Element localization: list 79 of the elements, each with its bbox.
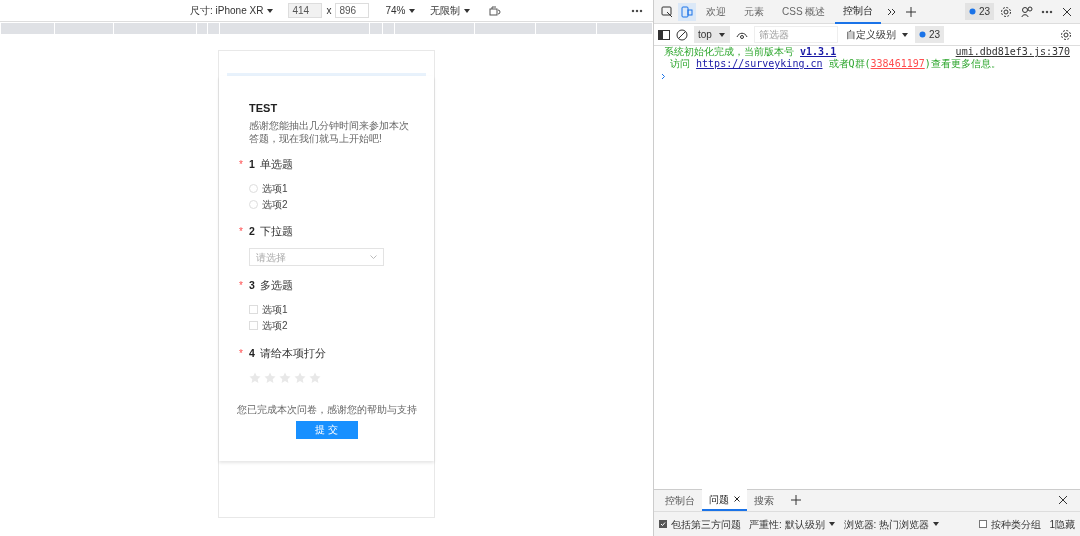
- question-title: 多选题: [259, 278, 293, 293]
- caret-icon: [408, 6, 417, 15]
- drawer-tab[interactable]: 问题: [702, 489, 747, 511]
- checkbox-label: 按种类分组: [991, 517, 1042, 532]
- settings-icon[interactable]: [1060, 28, 1072, 41]
- caret-icon: [463, 6, 472, 15]
- browser-label: 浏览器:: [843, 517, 877, 532]
- question-title: 请给本项打分: [259, 345, 326, 361]
- console-message: 访问 https://surveyking.cn 或者Q群(338461197)查看更多信息。: [669, 58, 1002, 70]
- link[interactable]: https://surveyking.cn: [696, 58, 823, 69]
- devtools-tab[interactable]: 元素: [736, 0, 772, 24]
- drawer-tab[interactable]: 搜索: [747, 489, 781, 511]
- times-label: x: [326, 4, 332, 18]
- message-icon: [918, 31, 926, 38]
- checkbox[interactable]: [659, 520, 667, 528]
- drawer-tab[interactable]: 控制台: [658, 489, 702, 511]
- share-icon[interactable]: [1021, 5, 1033, 18]
- option-label: 选项1: [262, 303, 288, 318]
- eye-icon[interactable]: [735, 30, 748, 39]
- plus-icon[interactable]: [906, 6, 917, 17]
- close-icon[interactable]: [1062, 6, 1072, 17]
- issues-badge[interactable]: 23: [914, 26, 945, 43]
- question-title: 下拉题: [259, 224, 293, 240]
- sidebar-icon[interactable]: [658, 29, 670, 40]
- more-icon[interactable]: [631, 8, 643, 13]
- devtools-tab[interactable]: CSS 概述: [774, 0, 834, 24]
- message-icon: [968, 8, 976, 15]
- survey-description: 感谢您能抽出几分钟时间来参加本次答题，现在我们就马上开始吧!: [248, 118, 410, 145]
- question-number: 2: [249, 224, 255, 240]
- device-toolbar-toggle[interactable]: [678, 2, 696, 21]
- check-icon: [660, 521, 666, 527]
- required-mark: *: [238, 346, 244, 361]
- option-label: 选项2: [262, 319, 288, 334]
- question-title: 单选题: [259, 156, 293, 172]
- close-icon: [734, 496, 740, 502]
- required-mark: *: [238, 157, 244, 172]
- zoom-dropdown[interactable]: 74%: [385, 3, 417, 18]
- more-icon[interactable]: [1041, 9, 1053, 14]
- settings-icon[interactable]: [1000, 5, 1012, 18]
- source-link[interactable]: umi.dbd81ef3.js:370: [955, 46, 1070, 58]
- hidden-count: 1隐藏: [1049, 517, 1075, 532]
- clear-icon[interactable]: [676, 28, 688, 41]
- required-mark: *: [238, 225, 244, 240]
- more-tabs-icon[interactable]: [887, 7, 897, 16]
- question-number: 3: [249, 278, 255, 293]
- width-field[interactable]: 414: [288, 3, 323, 18]
- option-label: 选项1: [262, 181, 288, 196]
- inspect-icon[interactable]: [661, 5, 673, 18]
- rotate-icon[interactable]: [489, 5, 502, 16]
- console-message: 系统初始化完成，当前版本号 v1.3.1: [664, 46, 838, 58]
- browser-dropdown[interactable]: 热门浏览器: [879, 516, 941, 532]
- question-number: 4: [249, 345, 255, 361]
- checkbox[interactable]: [979, 520, 988, 528]
- plus-icon[interactable]: [791, 495, 801, 505]
- severity-dropdown[interactable]: 严重性: 默认级别: [749, 516, 836, 532]
- devtools-tab[interactable]: 欢迎: [698, 0, 734, 24]
- close-icon[interactable]: [1058, 495, 1068, 505]
- log-level-dropdown[interactable]: 自定义级别: [845, 27, 909, 42]
- caret-icon: [932, 520, 941, 528]
- filter-field[interactable]: 筛选器: [753, 26, 838, 43]
- chevron-down-icon: [370, 255, 377, 259]
- survey-title: TEST: [248, 101, 279, 116]
- devtools-tab[interactable]: 控制台: [835, 0, 882, 24]
- caret-icon: [900, 30, 909, 39]
- caret-icon: [717, 30, 726, 39]
- option-label: 选项2: [262, 197, 288, 212]
- caret-icon: [827, 520, 836, 528]
- question-number: 1: [249, 156, 255, 172]
- prompt-icon[interactable]: [661, 73, 666, 80]
- issues-badge[interactable]: 23: [964, 3, 994, 20]
- completion-message: 您已完成本次问卷，感谢您的帮助与支持: [235, 402, 418, 417]
- caret-icon: [266, 6, 275, 15]
- required-mark: *: [238, 279, 244, 293]
- device-icon: [681, 5, 693, 18]
- throttle-dropdown[interactable]: 无限制: [430, 3, 472, 18]
- context-dropdown[interactable]: top: [694, 26, 730, 43]
- checkbox-label: 包括第三方问题: [671, 517, 741, 532]
- device-dropdown[interactable]: 尺寸: iPhone XR: [190, 3, 275, 18]
- height-field[interactable]: 896: [335, 3, 370, 18]
